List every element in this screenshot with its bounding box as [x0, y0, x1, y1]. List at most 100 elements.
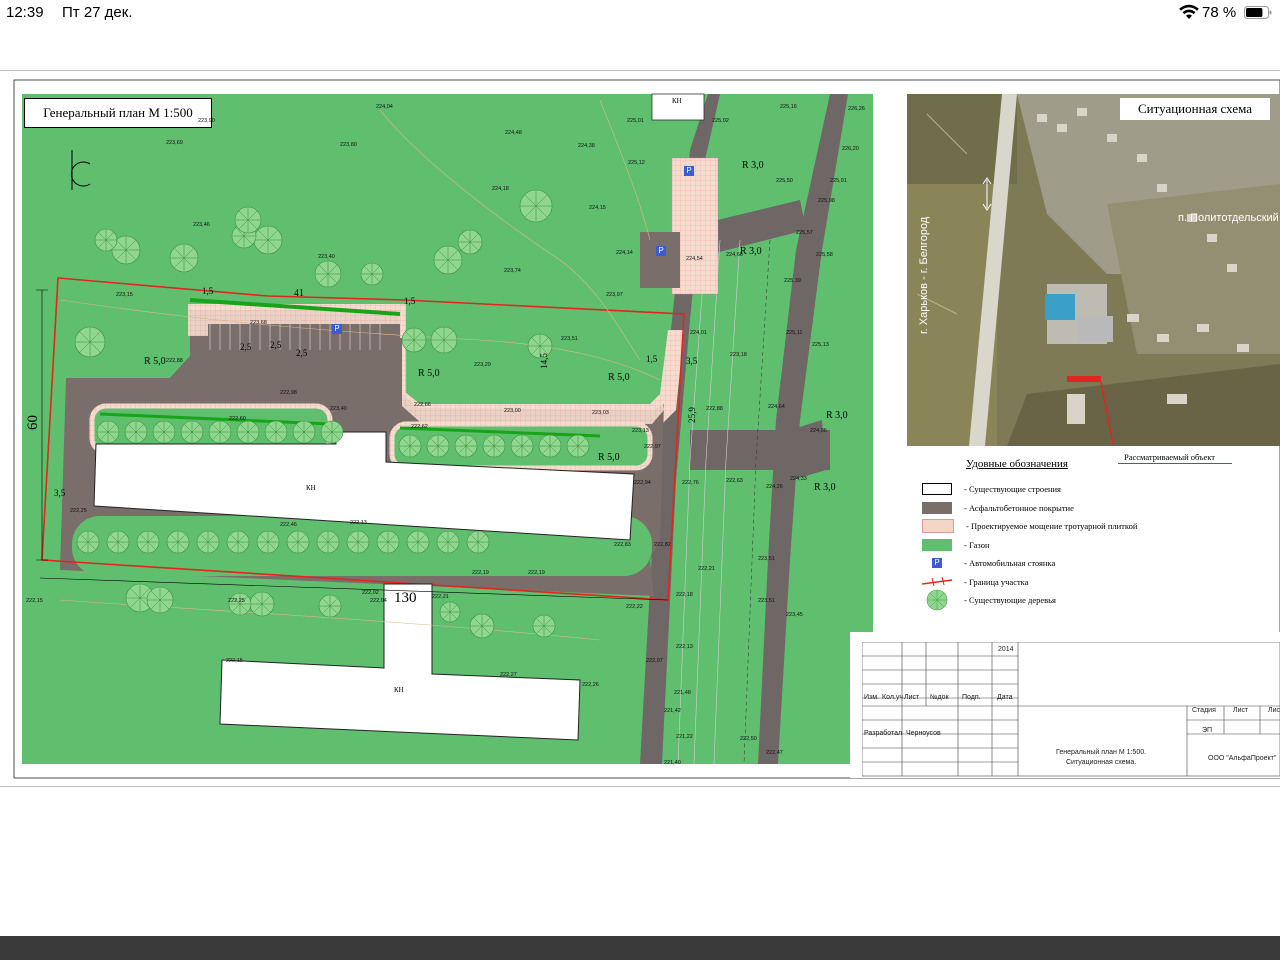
elevation-mark: 223,45: [786, 612, 803, 618]
tree-icon: [519, 189, 553, 223]
legend-label: - Проектируемое мощение тротуарной плитк…: [966, 521, 1138, 531]
elevation-mark: 223,13: [632, 428, 649, 434]
elevation-mark: 222,98: [280, 390, 297, 396]
tree-icon: [236, 420, 260, 444]
elevation-mark: 221,42: [664, 708, 681, 714]
elevation-mark: 222,13: [676, 644, 693, 650]
elevation-mark: 225,57: [796, 230, 813, 236]
tree-icon: [320, 420, 344, 444]
legend-item: - Существующие строения: [922, 480, 1242, 498]
object-marker: [1067, 376, 1101, 382]
elevation-mark: 225,12: [628, 160, 645, 166]
stage-value: ЭП: [1202, 727, 1213, 734]
radius-label: R 3,0: [742, 160, 764, 171]
header-list: Лист: [904, 694, 920, 701]
building-label-main: КН: [306, 484, 316, 492]
village-label: п. Политотдельский: [1178, 212, 1279, 224]
tree-icon: [208, 420, 232, 444]
elevation-mark: 224,15: [589, 205, 606, 211]
elevation-mark: 223,69: [166, 140, 183, 146]
tree-icon: [406, 530, 430, 554]
elevation-mark: 222,26: [582, 682, 599, 688]
elevation-mark: 223,80: [340, 142, 357, 148]
parking-marker: P: [656, 246, 666, 256]
tree-icon: [398, 434, 422, 458]
elevation-mark: 225,39: [784, 278, 801, 284]
elevation-mark: 224,18: [492, 186, 509, 192]
elevation-mark: 223,90: [198, 118, 215, 124]
elevation-mark: 224,04: [376, 104, 393, 110]
dimension-label: 1,5: [646, 354, 658, 364]
dimension-label: 2,5: [270, 340, 282, 350]
tree-icon: [314, 260, 342, 288]
tree-icon: [74, 326, 106, 358]
elevation-mark: 222,19: [472, 570, 489, 576]
elevation-mark: 224,38: [578, 143, 595, 149]
elevation-mark: 223,46: [193, 222, 210, 228]
legend-item: - Существующие деревья: [922, 589, 1242, 611]
tree-icon: [566, 434, 590, 458]
elevation-mark: 222,19: [528, 570, 545, 576]
tree-icon: [256, 530, 280, 554]
tree-icon: [510, 434, 534, 458]
tree-icon: [106, 530, 130, 554]
elevation-mark: 224,64: [768, 404, 785, 410]
developer-name: Черноусов: [906, 730, 941, 737]
elevation-mark: 224,01: [690, 330, 707, 336]
elevation-mark: 223,03: [592, 410, 609, 416]
elevation-mark: 225,98: [818, 198, 835, 204]
dimension-label: 3,5: [54, 488, 66, 498]
tree-icon: [439, 601, 461, 623]
elevation-mark: 222,04: [370, 598, 387, 604]
elevation-mark: 223,51: [758, 556, 775, 562]
elevation-mark: 221,40: [664, 760, 681, 766]
dimension-label: 41: [294, 288, 304, 299]
legend-swatch-boundary: [922, 576, 952, 588]
elevation-mark: 224,14: [616, 250, 633, 256]
tree-icon: [146, 586, 174, 614]
tree-icon: [436, 530, 460, 554]
elevation-mark: 226,20: [842, 146, 859, 152]
elevation-mark: 225,91: [830, 178, 847, 184]
elevation-mark: 225,11: [786, 330, 803, 336]
legend-item: - Граница участка: [922, 573, 1242, 591]
elevation-mark: 223,51: [758, 598, 775, 604]
tree-icon: [457, 229, 483, 255]
drawing-name-2: Ситуационная схема.: [1066, 759, 1137, 766]
tree-icon: [196, 530, 220, 554]
elevation-mark: 221,48: [674, 690, 691, 696]
tree-icon: [249, 591, 275, 617]
company-name: ООО "АльфаПроект": [1208, 755, 1277, 762]
tree-icon: [96, 420, 120, 444]
elevation-mark: 223,00: [504, 408, 521, 414]
tree-icon: [166, 530, 190, 554]
tree-icon: [318, 594, 342, 618]
elevation-mark: 222,62: [411, 424, 428, 430]
tree-icon: [228, 592, 252, 616]
elevation-mark: 222,15: [26, 598, 43, 604]
dimension-label: 1,5: [404, 296, 416, 306]
dimension-label: 14,5: [538, 353, 549, 369]
elevation-mark: 222,50: [740, 736, 757, 742]
elevation-mark: 222,27: [500, 672, 517, 678]
elevation-mark: 224,54: [686, 256, 703, 262]
elevation-mark: 223,18: [730, 352, 747, 358]
elevation-mark: 222,88: [166, 358, 183, 364]
tree-icon: [152, 420, 176, 444]
elevation-mark: 225,50: [776, 178, 793, 184]
legend-label: - Автомобильная стоянка: [964, 558, 1056, 568]
legend-label: - Существующие деревья: [964, 595, 1056, 605]
elevation-mark: 222,47: [766, 750, 783, 756]
legend-swatch-lawn: [922, 538, 952, 551]
tree-icon: [94, 228, 118, 252]
stage-header: Стадия: [1192, 707, 1216, 714]
tree-icon: [286, 530, 310, 554]
dimension-label: 25,9: [686, 407, 697, 423]
elevation-mark: 223,74: [504, 268, 521, 274]
dimension-label: 1,5: [202, 286, 214, 296]
elevation-mark: 222,25: [70, 508, 87, 514]
tree-icon: [538, 434, 562, 458]
elevation-mark: 222,02: [362, 590, 379, 596]
radius-label: R 5,0: [418, 368, 440, 379]
header-doc: №док: [930, 694, 949, 701]
